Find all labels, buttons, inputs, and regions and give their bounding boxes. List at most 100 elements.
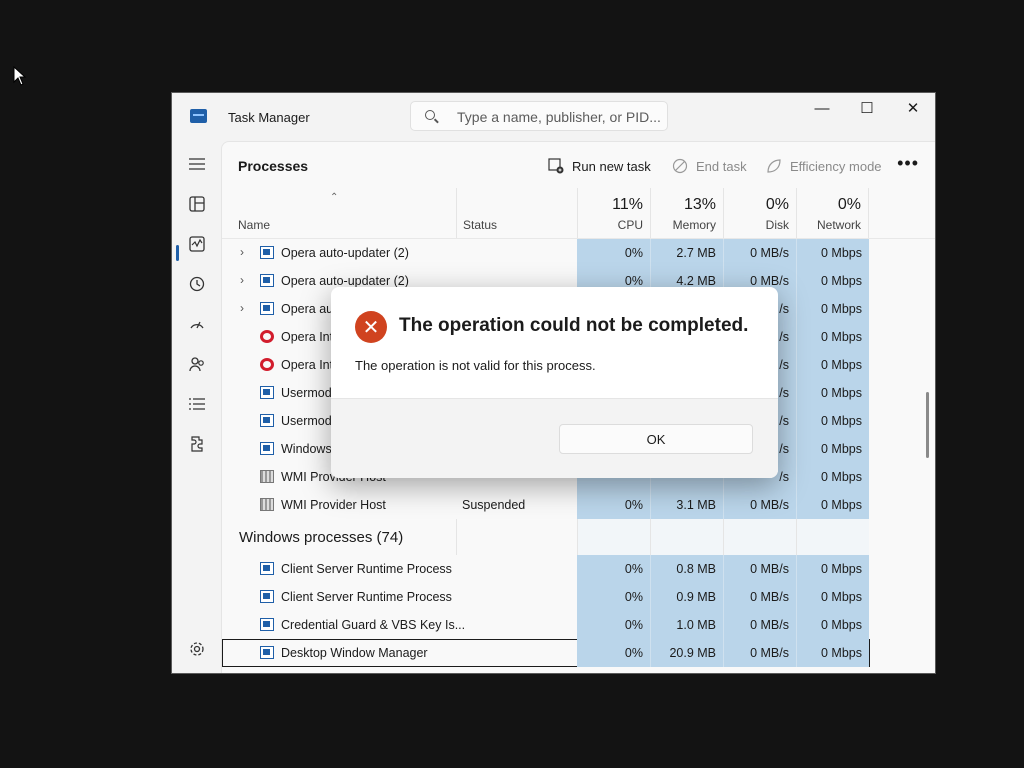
group-header-cell: [650, 519, 723, 555]
network-cell: 0 Mbps: [796, 435, 869, 463]
app-title: Task Manager: [228, 110, 310, 125]
process-name: Windows: [281, 442, 332, 456]
process-name: Client Server Runtime Process: [281, 562, 452, 576]
close-icon: ✕: [906, 100, 920, 117]
task-manager-app-icon: [190, 109, 207, 123]
sort-ascending-icon: ⌃: [330, 192, 339, 203]
name-column-header[interactable]: ⌃ Name: [222, 188, 456, 238]
memory-cell: 3.1 MB: [650, 491, 723, 519]
expand-chevron-icon[interactable]: ›: [240, 245, 244, 259]
process-icon: [260, 274, 274, 287]
table-row[interactable]: Credential Guard & VBS Key Is... 0% 1.0 MB…: [222, 611, 870, 639]
memory-column-label: Memory: [672, 218, 716, 232]
search-box[interactable]: [410, 101, 668, 131]
network-cell: 0 Mbps: [796, 639, 869, 667]
disk-cell: 0 MB/s: [723, 491, 796, 519]
table-row[interactable]: WMI Provider Host Suspended 0% 3.1 MB 0 MB/s…: [222, 491, 870, 519]
group-header-label: Windows processes (74): [239, 529, 404, 546]
process-name: Desktop Window Manager: [281, 646, 428, 660]
services-icon[interactable]: [182, 429, 212, 459]
search-icon: [425, 110, 435, 120]
process-icon: [260, 562, 274, 575]
minimize-button[interactable]: —: [799, 93, 845, 123]
table-row[interactable]: › Opera auto-updater (2) 0% 2.7 MB 0 MB/s 0 M…: [222, 239, 870, 267]
end-task-label: End task: [696, 158, 747, 174]
disk-cell: 0 MB/s: [723, 639, 796, 667]
network-cell: 0 Mbps: [796, 463, 869, 491]
process-name: WMI Provider Host: [281, 498, 386, 512]
column-header: ⌃ Name Status 11% CPU 13% Memory 0% Disk…: [222, 188, 935, 239]
disk-cell: 0 MB/s: [723, 611, 796, 639]
cpu-column-label: CPU: [617, 218, 643, 232]
vertical-scrollbar[interactable]: [926, 392, 929, 458]
process-name: Client Server Runtime Process: [281, 590, 452, 604]
memory-column-header[interactable]: 13% Memory: [650, 188, 723, 238]
disk-column-header[interactable]: 0% Disk: [723, 188, 796, 238]
network-cell: 0 Mbps: [796, 379, 869, 407]
dialog-footer: OK: [331, 398, 778, 478]
process-status: Suspended: [462, 498, 526, 512]
opera-icon: [260, 330, 274, 343]
process-icon: [260, 246, 274, 259]
details-icon[interactable]: [182, 389, 212, 419]
table-row[interactable]: Client Server Runtime Process 0% 0.9 MB 0 M…: [222, 583, 870, 611]
page-title: Processes: [238, 158, 309, 174]
disk-cell: 0 MB/s: [723, 555, 796, 583]
minimize-icon: —: [814, 99, 830, 117]
status-column-header[interactable]: Status: [456, 188, 577, 238]
process-icon: [260, 590, 274, 603]
table-row[interactable]: Desktop Window Manager 0% 20.9 MB 0 MB/s 0 M…: [222, 639, 870, 667]
network-cell: 0 Mbps: [796, 323, 869, 351]
more-options-button[interactable]: •••: [897, 153, 919, 174]
processes-icon[interactable]: [182, 189, 212, 219]
process-icon: [260, 646, 274, 659]
group-header-row[interactable]: Windows processes (74): [222, 519, 870, 555]
network-cell: 0 Mbps: [796, 583, 869, 611]
network-cell: 0 Mbps: [796, 295, 869, 323]
end-task-button[interactable]: End task: [672, 156, 747, 176]
process-icon: [260, 618, 274, 631]
startup-apps-icon[interactable]: [182, 309, 212, 339]
hamburger-menu-icon[interactable]: [182, 149, 212, 179]
network-cell: 0 Mbps: [796, 491, 869, 519]
cpu-cell: 0%: [577, 239, 650, 267]
dialog-message: The operation is not valid for this proc…: [355, 358, 596, 373]
app-history-icon[interactable]: [182, 269, 212, 299]
ok-button[interactable]: OK: [559, 424, 753, 454]
network-cell: 0 Mbps: [796, 239, 869, 267]
network-column-label: Network: [816, 218, 861, 232]
process-icon: [260, 442, 274, 455]
settings-icon[interactable]: [182, 634, 212, 664]
run-new-task-button[interactable]: Run new task: [548, 156, 651, 176]
search-input[interactable]: [455, 107, 664, 127]
maximize-button[interactable]: ☐: [844, 93, 890, 123]
cpu-total-percent: 11%: [612, 196, 643, 213]
active-indicator: [176, 245, 179, 261]
cpu-cell: 0%: [577, 491, 650, 519]
memory-cell: 2.7 MB: [650, 239, 723, 267]
network-column-header[interactable]: 0% Network: [796, 188, 869, 238]
mouse-cursor: [13, 66, 27, 86]
wmi-provider-icon: [260, 470, 274, 483]
expand-chevron-icon[interactable]: ›: [240, 301, 244, 315]
group-header-cell: [723, 519, 796, 555]
network-cell: 0 Mbps: [796, 611, 869, 639]
maximize-icon: ☐: [860, 100, 874, 117]
cpu-column-header[interactable]: 11% CPU: [577, 188, 650, 238]
disk-cell: 0 MB/s: [723, 239, 796, 267]
expand-chevron-icon[interactable]: ›: [240, 273, 244, 287]
process-name: Opera auto-updater (2): [281, 246, 409, 260]
users-icon[interactable]: [182, 349, 212, 379]
memory-cell: 20.9 MB: [650, 639, 723, 667]
close-button[interactable]: ✕: [890, 93, 935, 123]
opera-icon: [260, 358, 274, 371]
process-icon: [260, 414, 274, 427]
run-new-task-icon: [548, 158, 564, 174]
process-name: Opera auto-updater (2): [281, 274, 409, 288]
error-dialog: ✕ The operation could not be completed. …: [331, 287, 778, 478]
table-row[interactable]: Client Server Runtime Process 0% 0.8 MB 0 M…: [222, 555, 870, 583]
performance-icon[interactable]: [182, 229, 212, 259]
group-header-cell: [796, 519, 869, 555]
efficiency-mode-button[interactable]: Efficiency mode: [766, 156, 882, 176]
disk-total-percent: 0%: [765, 196, 789, 213]
